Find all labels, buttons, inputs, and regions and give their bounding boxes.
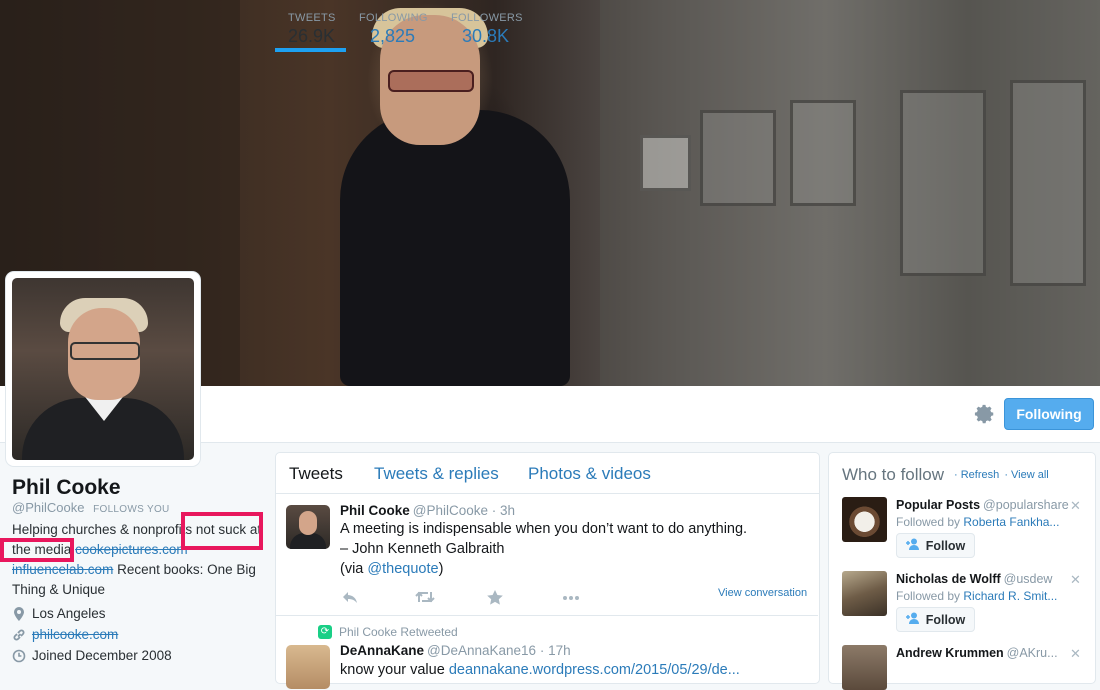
add-user-icon — [905, 612, 920, 627]
tweet-author-avatar[interactable] — [286, 505, 330, 549]
suggestion-name-text: Andrew Krummen — [896, 646, 1004, 660]
tweet2-author-handle: @DeAnnaKane16 · 17h — [427, 643, 571, 658]
tweet2-text-line-1: know your value deannakane.wordpress.com… — [340, 660, 740, 680]
suggestion-name[interactable]: Popular Posts @popularshare — [896, 498, 1069, 512]
tweet-text-via: (via — [340, 561, 368, 577]
profile-location: Los Angeles — [12, 606, 106, 621]
tweet2-text: know your value — [340, 662, 449, 678]
suggestion-name[interactable]: Andrew Krummen @AKru... — [896, 646, 1058, 660]
dismiss-close-icon[interactable]: ✕ — [1070, 646, 1081, 662]
stat-following-value: 2,825 — [370, 26, 416, 46]
highlight-box-1 — [181, 512, 263, 550]
follow-button-label: Follow — [925, 538, 966, 553]
suggestion-handle: @usdew — [1003, 572, 1053, 586]
suggestion-followed-by: Followed by Roberta Fankha... — [896, 515, 1066, 529]
tweet2-author-name: DeAnnaKane — [340, 643, 425, 658]
suggestion-name-text: Nicholas de Wolff — [896, 572, 1001, 586]
stat-tweets-value: 26.9K — [288, 26, 336, 46]
tweet-author[interactable]: Phil Cooke @PhilCooke · 3h — [340, 503, 515, 518]
retweeted-icon: ⟳ — [318, 625, 332, 639]
tweet2-author[interactable]: DeAnnaKane @DeAnnaKane16 · 17h — [340, 643, 571, 658]
location-pin-icon — [12, 606, 26, 621]
follow-button-label: Follow — [925, 612, 966, 627]
suggestion-name-text: Popular Posts — [896, 498, 981, 512]
retweet-context: ⟳ Phil Cooke Retweeted — [318, 625, 458, 639]
view-conversation-link[interactable]: View conversation — [718, 587, 807, 599]
who-to-follow-links: · Refresh · View all — [952, 469, 1049, 481]
tweet-divider — [276, 615, 818, 616]
profile-name[interactable]: Phil Cooke — [12, 476, 121, 500]
followed-by-link[interactable]: Richard R. Smit... — [963, 589, 1057, 603]
follow-button[interactable]: Follow — [896, 533, 975, 558]
reply-icon[interactable] — [342, 590, 358, 608]
suggestion-avatar[interactable] — [842, 497, 887, 542]
website-link[interactable]: philcooke.com — [32, 627, 118, 642]
tweet-mention-link[interactable]: @thequote — [367, 561, 438, 577]
add-user-icon — [905, 538, 920, 553]
profile-handle-text: @PhilCooke — [12, 500, 85, 515]
tweet-text-line-1: A meeting is indispensable when you don’… — [340, 521, 748, 537]
more-options-icon[interactable] — [562, 590, 580, 608]
bio-link-influencelab[interactable]: influencelab.com — [12, 562, 113, 577]
stat-tweets[interactable]: TWEETS 26.9K — [275, 12, 346, 52]
stat-followers-value: 30.8K — [462, 26, 510, 46]
tab-tweets[interactable]: Tweets — [289, 464, 343, 484]
retweet-context-text[interactable]: Phil Cooke Retweeted — [339, 625, 458, 639]
profile-website: philcooke.com — [12, 627, 118, 642]
followed-by-link[interactable]: Roberta Fankha... — [963, 515, 1059, 529]
bio-link-cookepictures[interactable]: cookepictures.com — [75, 542, 188, 557]
dismiss-close-icon[interactable]: ✕ — [1070, 498, 1081, 514]
tweet-text-close: ) — [438, 561, 444, 577]
following-button[interactable]: Following — [1004, 398, 1094, 430]
tweet-text-line-3: (via @thequote) — [340, 559, 443, 579]
bio-text: Helping churches & nonprofits — [12, 522, 196, 537]
retweet-icon[interactable] — [415, 590, 435, 608]
profile-joined: Joined December 2008 — [12, 648, 172, 663]
tab-tweets-and-replies[interactable]: Tweets & replies — [374, 464, 499, 484]
link-icon — [12, 628, 26, 642]
joined-text: Joined December 2008 — [32, 648, 172, 663]
followed-by-prefix: Followed by — [896, 515, 964, 529]
tweet2-author-avatar[interactable] — [286, 645, 330, 689]
tweet-text-line-2: – John Kenneth Galbraith — [340, 541, 505, 557]
highlight-box-2 — [0, 538, 74, 562]
tweet-author-handle: @PhilCooke · 3h — [412, 503, 516, 518]
calendar-icon — [12, 649, 26, 663]
suggestion-followed-by: Followed by Richard R. Smit... — [896, 589, 1066, 603]
profile-avatar[interactable] — [6, 272, 200, 466]
stat-followers-label: FOLLOWERS — [451, 12, 523, 24]
tweet-author-name: Phil Cooke — [340, 503, 410, 518]
gear-icon[interactable] — [974, 403, 996, 425]
dismiss-close-icon[interactable]: ✕ — [1070, 572, 1081, 588]
view-all-link[interactable]: · View all — [1004, 469, 1048, 481]
follows-you-badge: FOLLOWS YOU — [93, 504, 170, 515]
suggestion-handle: @popularshare — [983, 498, 1069, 512]
tweet2-link[interactable]: deannakane.wordpress.com/2015/05/29/de..… — [449, 662, 740, 678]
stat-followers[interactable]: FOLLOWERS 30.8K — [451, 12, 523, 47]
timeline-tabs: Tweets Tweets & replies Photos & videos — [276, 453, 819, 494]
follow-button[interactable]: Follow — [896, 607, 975, 632]
stat-tweets-label: TWEETS — [288, 12, 336, 24]
location-text: Los Angeles — [32, 606, 106, 621]
profile-handle: @PhilCooke FOLLOWS YOU — [12, 500, 170, 515]
suggestion-handle: @AKru... — [1006, 646, 1058, 660]
who-to-follow-title: Who to follow — [842, 465, 945, 484]
stat-following[interactable]: FOLLOWING 2,825 — [359, 12, 428, 47]
stat-following-label: FOLLOWING — [359, 12, 428, 24]
tab-photos-and-videos[interactable]: Photos & videos — [528, 464, 651, 484]
refresh-link[interactable]: · Refresh — [954, 469, 999, 481]
followed-by-prefix: Followed by — [896, 589, 964, 603]
suggestion-avatar[interactable] — [842, 571, 887, 616]
suggestion-name[interactable]: Nicholas de Wolff @usdew — [896, 572, 1052, 586]
favorite-star-icon[interactable] — [487, 590, 503, 609]
